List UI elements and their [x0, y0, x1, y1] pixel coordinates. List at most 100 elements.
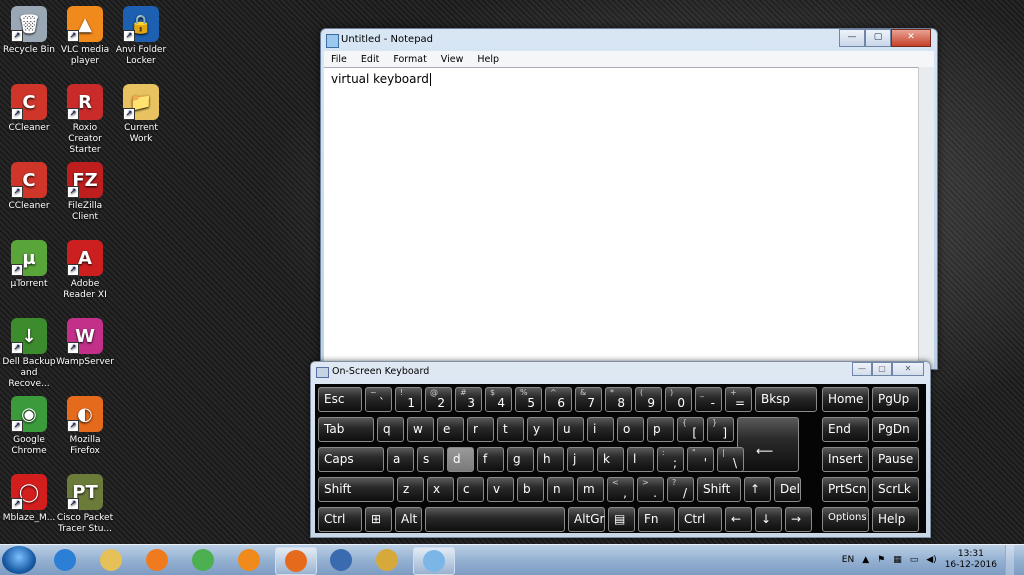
maximize-button[interactable]: ▢ — [865, 29, 891, 47]
desktop-chrome-shortcut[interactable]: ◉ ↗ Google Chrome — [0, 396, 58, 457]
desktop-ccleaner-shortcut[interactable]: C ↗ CCleaner — [0, 162, 58, 212]
volume-icon[interactable]: ◀) — [926, 555, 936, 565]
clock[interactable]: 13:31 16-12-2016 — [945, 549, 997, 571]
show-desktop-button[interactable] — [1005, 545, 1014, 575]
network-icon[interactable]: ▦ — [893, 555, 902, 565]
key-s[interactable]: s — [417, 447, 444, 472]
osk-close-button[interactable]: ✕ — [892, 362, 924, 376]
key-7[interactable]: & 7 — [575, 387, 602, 412]
taskbar-file-explorer-button[interactable] — [91, 547, 131, 573]
language-indicator[interactable]: EN — [842, 555, 854, 565]
taskbar-chrome-button[interactable] — [183, 547, 223, 573]
key-pause[interactable]: Pause — [872, 447, 919, 472]
key-x[interactable]: x — [427, 477, 454, 502]
taskbar-vlc-button[interactable] — [229, 547, 269, 573]
key-end[interactable]: End — [822, 417, 869, 442]
key-5[interactable]: % 5 — [515, 387, 542, 412]
key-h[interactable]: h — [537, 447, 564, 472]
key-↓[interactable]: ↓ — [755, 507, 782, 532]
start-button[interactable] — [2, 546, 36, 574]
key-i[interactable]: i — [587, 417, 614, 442]
taskbar-paint-button[interactable] — [367, 547, 407, 573]
taskbar-notepad-button[interactable] — [413, 547, 455, 575]
key-↑[interactable]: ↑ — [744, 477, 771, 502]
key-m[interactable]: m — [577, 477, 604, 502]
key-insert[interactable]: Insert — [822, 447, 869, 472]
minimize-button[interactable]: — — [839, 29, 865, 47]
close-button[interactable]: ✕ — [891, 29, 931, 47]
key-d[interactable]: d — [447, 447, 474, 472]
key-u[interactable]: u — [557, 417, 584, 442]
key-fn[interactable]: Fn — [638, 507, 675, 532]
key-n[interactable]: n — [547, 477, 574, 502]
key-6[interactable]: ^ 6 — [545, 387, 572, 412]
key-o[interactable]: o — [617, 417, 644, 442]
desktop-wampserver-shortcut[interactable]: W ↗ WampServer — [56, 318, 114, 368]
key-1[interactable]: ! 1 — [395, 387, 422, 412]
key-q[interactable]: q — [377, 417, 404, 442]
key-k[interactable]: k — [597, 447, 624, 472]
key-'[interactable]: " ' — [687, 447, 714, 472]
key-4[interactable]: $4 — [485, 387, 512, 412]
key-.[interactable]: >. — [637, 477, 664, 502]
key-a[interactable]: a — [387, 447, 414, 472]
key-l[interactable]: l — [627, 447, 654, 472]
menu-view[interactable]: View — [434, 54, 471, 65]
key-shift[interactable]: Shift — [697, 477, 741, 502]
key-shift[interactable]: Shift — [318, 477, 394, 502]
taskbar-media-player-button[interactable] — [137, 547, 177, 573]
key-][interactable]: }] — [707, 417, 734, 442]
key-⊞[interactable]: ⊞ — [365, 507, 392, 532]
desktop-ccleaner-shortcut[interactable]: C ↗ CCleaner — [0, 84, 58, 134]
key-g[interactable]: g — [507, 447, 534, 472]
key-y[interactable]: y — [527, 417, 554, 442]
key-help[interactable]: Help — [872, 507, 919, 532]
key-[[interactable]: {[ — [677, 417, 704, 442]
desktop-roxio-shortcut[interactable]: R ↗ Roxio Creator Starter — [56, 84, 114, 156]
desktop-folder-locker-shortcut[interactable]: 🔒 ↗ Anvi Folder Locker — [112, 6, 170, 67]
osk-maximize-button[interactable]: ▢ — [872, 362, 892, 376]
key-▤[interactable]: ▤ — [608, 507, 635, 532]
menu-help[interactable]: Help — [470, 54, 506, 65]
key-esc[interactable]: Esc — [318, 387, 362, 412]
key-=[interactable]: + = — [725, 387, 752, 412]
key-ctrl[interactable]: Ctrl — [318, 507, 362, 532]
key-c[interactable]: c — [457, 477, 484, 502]
key-bksp[interactable]: Bksp — [755, 387, 817, 412]
key-;[interactable]: :; — [657, 447, 684, 472]
desktop-mblaze-shortcut[interactable]: ◯ ↗ Mblaze_M... — [0, 474, 58, 524]
desktop-filezilla-shortcut[interactable]: FZ ↗ FileZilla Client — [56, 162, 114, 223]
key-b[interactable]: b — [517, 477, 544, 502]
notepad-text-area[interactable]: virtual keyboard — [324, 67, 919, 369]
taskbar-network-button[interactable] — [321, 547, 361, 573]
tray-up-arrow-icon[interactable]: ▲ — [862, 555, 869, 565]
key-p[interactable]: p — [647, 417, 674, 442]
key-9[interactable]: (9 — [635, 387, 662, 412]
key-tab[interactable]: Tab — [318, 417, 374, 442]
key-\[interactable]: | \ — [717, 447, 744, 472]
desktop-adobe-reader-shortcut[interactable]: A ↗ Adobe Reader XI — [56, 240, 114, 301]
key-0[interactable]: ) 0 — [665, 387, 692, 412]
desktop-packet-tracer-shortcut[interactable]: PT ↗ Cisco Packet Tracer Stu... — [56, 474, 114, 535]
key-scrlk[interactable]: ScrLk — [872, 477, 919, 502]
taskbar-internet-explorer-button[interactable] — [45, 547, 85, 573]
menu-file[interactable]: File — [324, 54, 354, 65]
desktop-firefox-shortcut[interactable]: ◐ ↗ Mozilla Firefox — [56, 396, 114, 457]
key-`[interactable]: ~ ` — [365, 387, 392, 412]
key-2[interactable]: @2 — [425, 387, 452, 412]
key-j[interactable]: j — [567, 447, 594, 472]
menu-format[interactable]: Format — [386, 54, 433, 65]
key-/[interactable]: ? / — [667, 477, 694, 502]
key-t[interactable]: t — [497, 417, 524, 442]
key-pgdn[interactable]: PgDn — [872, 417, 919, 442]
key-alt[interactable]: Alt — [395, 507, 422, 532]
key-z[interactable]: z — [397, 477, 424, 502]
flag-icon[interactable]: ⚑ — [877, 555, 885, 565]
key-altgr[interactable]: AltGr — [568, 507, 605, 532]
desktop-folder-shortcut[interactable]: 📁 ↗ Current Work — [112, 84, 170, 145]
key-pgup[interactable]: PgUp — [872, 387, 919, 412]
key-prtscn[interactable]: PrtScn — [822, 477, 869, 502]
desktop-utorrent-shortcut[interactable]: µ ↗ µTorrent — [0, 240, 58, 290]
menu-edit[interactable]: Edit — [354, 54, 386, 65]
key-r[interactable]: r — [467, 417, 494, 442]
